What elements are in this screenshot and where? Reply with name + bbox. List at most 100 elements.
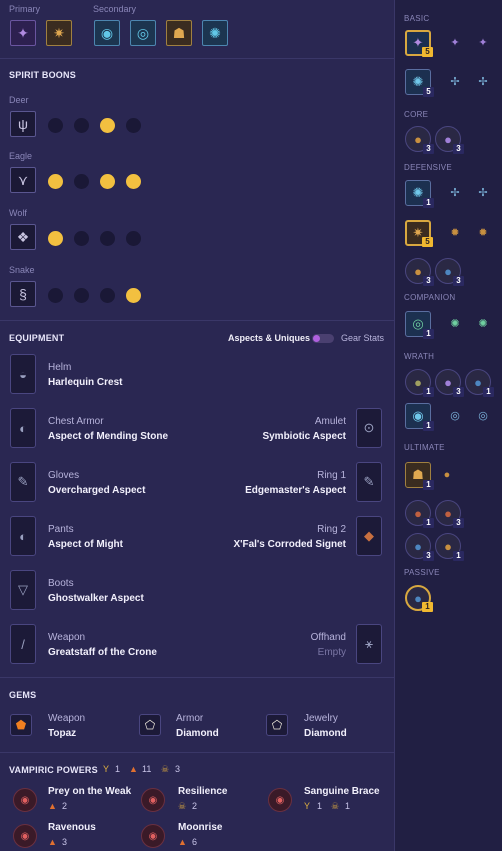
- upgrade-node-icon[interactable]: ✢: [447, 74, 463, 90]
- ravenous-icon[interactable]: ◉: [13, 824, 37, 848]
- wolf-boon-2[interactable]: [74, 231, 89, 246]
- upgrade-node-icon[interactable]: ◎: [475, 408, 491, 424]
- topaz-gem-icon[interactable]: ⬟: [10, 714, 32, 736]
- secondary-skill-2-icon[interactable]: ◎: [130, 20, 156, 46]
- sanguine-brace-icon[interactable]: ◉: [268, 788, 292, 812]
- upgrade-node-icon[interactable]: ✺: [475, 316, 491, 332]
- sanguine-goblet-count: 1: [317, 801, 323, 811]
- rank-badge: 1: [423, 480, 434, 490]
- snake-boon-3[interactable]: [100, 288, 115, 303]
- basic-skill-2-icon[interactable]: ✺ 5: [405, 69, 434, 97]
- ultimate-upgrade-2-icon[interactable]: ● 3: [435, 500, 464, 528]
- deer-boon-3[interactable]: [100, 118, 115, 133]
- gem-jewelry-name: Diamond: [304, 728, 347, 739]
- gem-weapon-slot: Weapon: [48, 713, 86, 724]
- boots-slot: Boots: [48, 578, 74, 589]
- weapon-icon[interactable]: /: [10, 624, 36, 664]
- wrath-skill-4-icon[interactable]: ◉ 1: [405, 403, 434, 431]
- upgrade-node-icon[interactable]: ◎: [447, 408, 463, 424]
- upgrade-node-icon[interactable]: ✢: [447, 185, 463, 201]
- primary-label: Primary: [9, 4, 40, 14]
- upgrade-node-icon[interactable]: ✢: [475, 74, 491, 90]
- flame-icon: ▲: [178, 837, 187, 847]
- amulet-icon[interactable]: ⊙: [356, 408, 382, 448]
- upgrade-node-icon[interactable]: ✦: [475, 35, 491, 51]
- wolf-label: Wolf: [9, 208, 27, 218]
- ring2-icon[interactable]: ◆: [356, 516, 382, 556]
- vampiric-powers-title: VAMPIRIC POWERS: [9, 765, 98, 775]
- flame-icon: ▲: [129, 764, 138, 774]
- primary-skill-2-icon[interactable]: ✷: [46, 20, 72, 46]
- helm-icon[interactable]: ◒: [10, 354, 36, 394]
- upgrade-node-icon[interactable]: ✹: [475, 225, 491, 241]
- moonrise-count: 6: [192, 837, 198, 847]
- wrath-skill-2-icon[interactable]: ● 3: [435, 369, 464, 397]
- chest-slot: Chest Armor: [48, 416, 104, 427]
- upgrade-node-icon[interactable]: ✦: [447, 35, 463, 51]
- flame-icon: ▲: [48, 837, 57, 847]
- defensive-skill-4-icon[interactable]: ● 3: [435, 258, 464, 286]
- snake-boon-4[interactable]: [126, 288, 141, 303]
- eagle-boon-1[interactable]: [48, 174, 63, 189]
- snake-boon-2[interactable]: [74, 288, 89, 303]
- deer-boon-4[interactable]: [126, 118, 141, 133]
- gem-armor-name: Diamond: [176, 728, 219, 739]
- chest-armor-icon[interactable]: ◐: [10, 408, 36, 448]
- moonrise-name: Moonrise: [178, 822, 223, 833]
- gems-title: GEMS: [9, 690, 37, 700]
- upgrade-node-icon[interactable]: ✢: [475, 185, 491, 201]
- secondary-skill-3-icon[interactable]: ☗: [166, 20, 192, 46]
- gear-stats-toggle-label: Gear Stats: [341, 333, 385, 343]
- ultimate-upgrade-4-icon[interactable]: ● 1: [435, 533, 464, 561]
- upgrade-node-icon[interactable]: ●: [439, 467, 455, 483]
- goblet-icon: Y: [103, 764, 110, 774]
- deer-boon-1[interactable]: [48, 118, 63, 133]
- eagle-boon-4[interactable]: [126, 174, 141, 189]
- wrath-label: WRATH: [404, 352, 435, 361]
- upgrade-node-icon[interactable]: ✹: [447, 225, 463, 241]
- ultimate-skill-icon[interactable]: ☗ 1: [405, 462, 434, 490]
- secondary-skill-1-icon[interactable]: ◉: [94, 20, 120, 46]
- vampiric-powers-section: VAMPIRIC POWERS Y 1 ▲ 11 ☠ 3 ◉ Prey on t…: [0, 752, 394, 851]
- prey-on-the-weak-icon[interactable]: ◉: [13, 788, 37, 812]
- core-skill-2-icon[interactable]: ● 3: [435, 126, 464, 154]
- passive-label: PASSIVE: [404, 568, 440, 577]
- primary-skill-1-icon[interactable]: ✦: [10, 20, 36, 46]
- snake-boon-1[interactable]: [48, 288, 63, 303]
- eagle-boon-2[interactable]: [74, 174, 89, 189]
- wrath-skill-3-icon[interactable]: ● 1: [465, 369, 494, 397]
- gear-stats-toggle[interactable]: [312, 334, 334, 343]
- diamond-gem-icon[interactable]: ⬠: [139, 714, 161, 736]
- diamond-gem-icon[interactable]: ⬠: [266, 714, 288, 736]
- upgrade-node-icon[interactable]: ✺: [447, 316, 463, 332]
- gloves-name: Overcharged Aspect: [48, 485, 146, 496]
- eagle-boon-3[interactable]: [100, 174, 115, 189]
- defensive-skill-2-icon[interactable]: ✷ 5: [405, 220, 433, 247]
- ultimate-upgrade-3-icon[interactable]: ● 3: [405, 533, 434, 561]
- skull-icon: ☠: [161, 764, 170, 774]
- core-skill-1-icon[interactable]: ● 3: [405, 126, 434, 154]
- ultimate-upgrade-1-icon[interactable]: ● 1: [405, 500, 434, 528]
- companion-skill-icon[interactable]: ◎ 1: [405, 311, 434, 339]
- deer-boon-2[interactable]: [74, 118, 89, 133]
- ring1-icon[interactable]: ✎: [356, 462, 382, 502]
- wolf-boon-4[interactable]: [126, 231, 141, 246]
- ring2-slot: Ring 2: [317, 524, 346, 535]
- offhand-icon[interactable]: ⚹: [356, 624, 382, 664]
- wolf-boon-3[interactable]: [100, 231, 115, 246]
- basic-label: BASIC: [404, 14, 430, 23]
- gloves-icon[interactable]: ✎: [10, 462, 36, 502]
- boots-icon[interactable]: ▽: [10, 570, 36, 610]
- wrath-skill-1-icon[interactable]: ● 1: [405, 369, 434, 397]
- resilience-icon[interactable]: ◉: [141, 788, 165, 812]
- skull-icon: ☠: [331, 801, 340, 811]
- moonrise-icon[interactable]: ◉: [141, 824, 165, 848]
- pants-icon[interactable]: ◐: [10, 516, 36, 556]
- defensive-skill-3-icon[interactable]: ● 3: [405, 258, 434, 286]
- passive-skill-icon[interactable]: ● 1: [405, 585, 433, 612]
- rank-badge: 1: [423, 198, 434, 208]
- defensive-skill-1-icon[interactable]: ✺ 1: [405, 180, 434, 208]
- secondary-skill-4-icon[interactable]: ✺: [202, 20, 228, 46]
- wolf-boon-1[interactable]: [48, 231, 63, 246]
- basic-skill-1-icon[interactable]: ✦ 5: [405, 30, 433, 57]
